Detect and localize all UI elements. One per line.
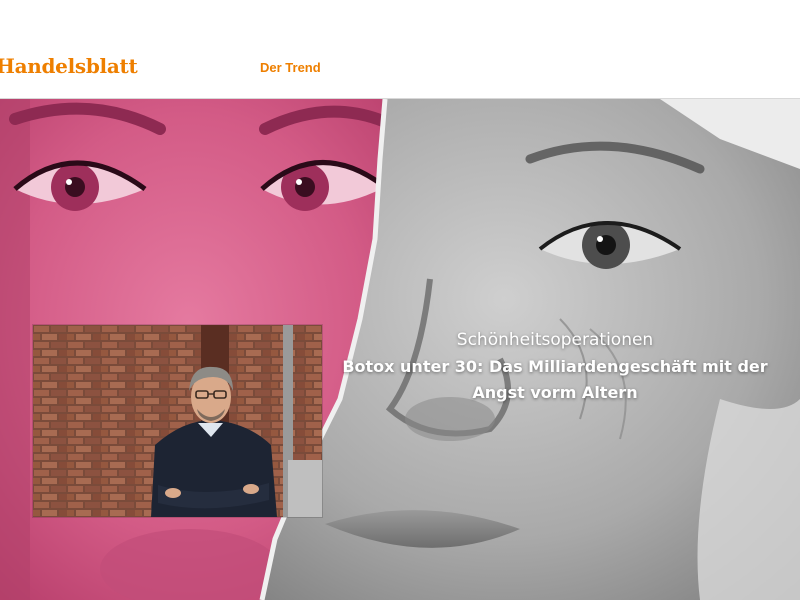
- site-header: Handelsblatt Der Trend: [0, 0, 800, 99]
- article-kicker: Schönheitsoperationen: [456, 330, 654, 350]
- nav-item-der-trend[interactable]: Der Trend: [260, 60, 321, 75]
- article-title[interactable]: Botox unter 30: Das Milliardengeschäft m…: [330, 354, 780, 406]
- handelsblatt-logo[interactable]: Handelsblatt: [0, 54, 138, 78]
- teaser-headline-block[interactable]: Schönheitsoperationen Botox unter 30: Da…: [330, 328, 780, 406]
- author-portrait-photo: [33, 325, 322, 517]
- hero-teaser[interactable]: Schönheitsoperationen Botox unter 30: Da…: [0, 99, 800, 600]
- page: Handelsblatt Der Trend Schönheitsoperati…: [0, 0, 800, 600]
